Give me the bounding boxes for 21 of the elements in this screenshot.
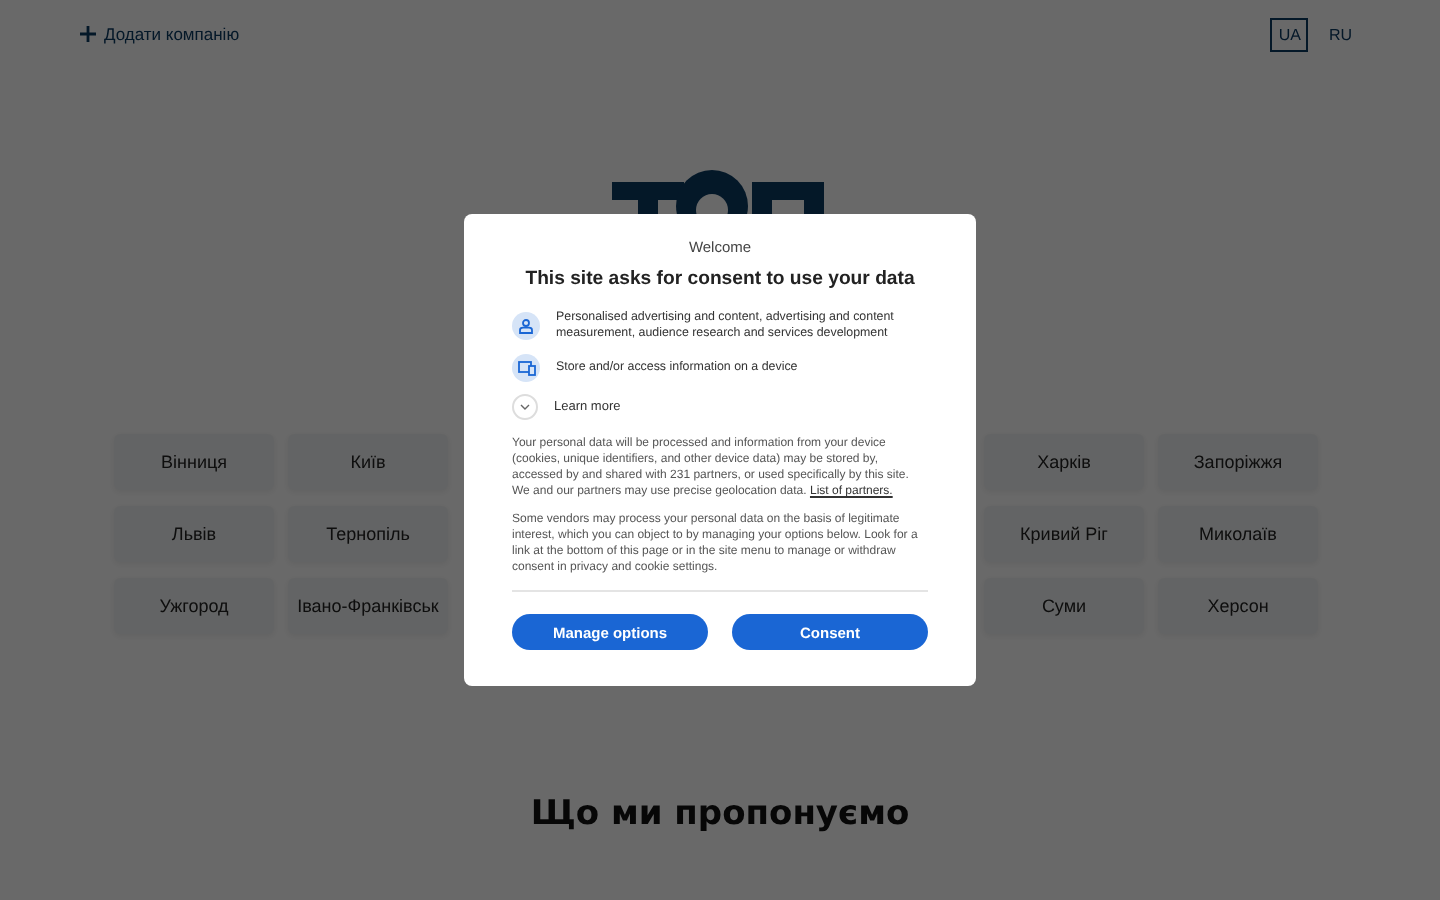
city-tile[interactable]: Ужгород	[114, 578, 274, 634]
language-tab[interactable]: RU	[1320, 17, 1360, 51]
city-tile[interactable]: Запоріжжя	[1158, 434, 1318, 490]
city-tile[interactable]: Суми	[984, 578, 1144, 634]
city-tile[interactable]: Кривий Ріг	[984, 506, 1144, 562]
city-tile[interactable]: Київ	[288, 434, 448, 490]
chevron-icon	[520, 404, 530, 410]
city-tile[interactable]: Херсон	[1158, 578, 1318, 634]
device-icon	[517, 360, 535, 376]
person-icon	[518, 318, 534, 334]
city-tile[interactable]: Тернопіль	[288, 506, 448, 562]
add-company-link[interactable]: Додати компанію	[80, 24, 240, 44]
city-tile[interactable]: Вінниця	[114, 434, 274, 490]
plus-icon	[80, 26, 96, 42]
city-tile[interactable]: Харків	[984, 434, 1144, 490]
language-tab[interactable]: UA	[1270, 17, 1309, 51]
dialog-title: This site asks for consent to use your data	[523, 268, 917, 290]
section-title: Що ми пропонуємо	[528, 794, 912, 834]
city-tile[interactable]: Миколаїв	[1158, 506, 1318, 562]
city-tile[interactable]: Львів	[114, 506, 274, 562]
city-tile[interactable]: Івано-Франківськ	[288, 578, 448, 634]
